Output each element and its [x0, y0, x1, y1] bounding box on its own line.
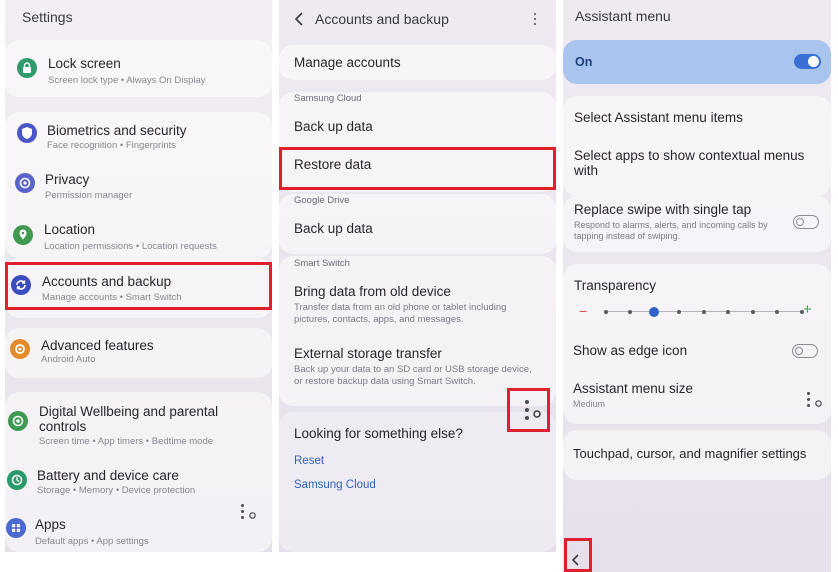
- wellbeing-icon: [8, 411, 28, 431]
- replace-swipe-item[interactable]: Replace swipe with single tap Respond to…: [563, 200, 831, 246]
- toggle-thumb: [808, 56, 819, 67]
- section-header-google-drive: Google Drive: [294, 195, 350, 206]
- samsung-cloud-link[interactable]: Samsung Cloud: [294, 479, 376, 491]
- item-subtitle: Respond to alarms, alerts, and incoming …: [574, 220, 768, 241]
- settings-screen: Settings Lock screen Screen lock type • …: [5, 0, 272, 552]
- settings-item-digital-wellbeing[interactable]: Digital Wellbeing and parental controls …: [5, 400, 272, 452]
- assistant-menu-floating-button[interactable]: [803, 390, 827, 414]
- slider-tick: [628, 309, 632, 314]
- settings-item-title: Digital Wellbeing and parental controls: [39, 404, 219, 434]
- settings-item-title: Location: [44, 222, 96, 237]
- settings-item-battery-and-device-care[interactable]: Battery and device care Storage • Memory…: [5, 464, 272, 504]
- highlight-back-button: [564, 538, 592, 572]
- more-dots-icon: [807, 392, 810, 410]
- settings-item-biometrics[interactable]: Biometrics and security Face recognition…: [5, 117, 272, 159]
- slider-tick: [750, 309, 755, 314]
- slider-tick: [775, 309, 779, 314]
- gear-plus-icon: [10, 339, 30, 359]
- slider-thumb[interactable]: [649, 307, 659, 317]
- settings-item-subtitle: Permission manager: [45, 190, 133, 201]
- slider-tick: [726, 309, 730, 314]
- item-title: External storage transfer: [294, 346, 442, 361]
- page-title: Settings: [22, 9, 73, 25]
- settings-item-apps[interactable]: Apps Default apps • App settings: [5, 512, 272, 552]
- apps-icon: [6, 518, 26, 538]
- page-title: Accounts and backup: [315, 11, 449, 27]
- settings-item-lock-screen[interactable]: Lock screen Screen lock type • Always On…: [5, 48, 272, 90]
- more-dots-icon: [241, 504, 244, 522]
- reset-link[interactable]: Reset: [294, 455, 324, 467]
- transparency-slider[interactable]: − +: [563, 301, 831, 322]
- item-title: Replace swipe with single tap: [574, 202, 752, 217]
- item-subtitle: Transfer data from an old phone or table…: [294, 302, 507, 325]
- edge-icon-toggle[interactable]: [792, 344, 818, 358]
- more-vert-icon: [534, 13, 536, 28]
- settings-item-title: Lock screen: [48, 56, 121, 71]
- highlight-assistant-button: [507, 388, 550, 432]
- settings-item-subtitle: Location permissions • Location requests: [44, 241, 217, 252]
- settings-item-advanced-features[interactable]: Advanced features Android Auto: [5, 332, 272, 372]
- assistant-menu-size-item[interactable]: Assistant menu size Medium: [563, 378, 831, 412]
- gear-icon: [249, 512, 256, 519]
- section-header-samsung-cloud: Samsung Cloud: [294, 93, 362, 104]
- backup-samsung-cloud-item[interactable]: Back up data: [294, 119, 373, 134]
- transparency-label: Transparency: [574, 278, 657, 293]
- settings-item-subtitle: Default apps • App settings: [35, 536, 149, 547]
- settings-item-subtitle: Screen time • App timers • Bedtime mode: [39, 436, 214, 447]
- external-storage-transfer-item[interactable]: External storage transfer Back up your d…: [279, 342, 556, 390]
- shield-icon: [17, 123, 37, 143]
- slider-tick: [701, 309, 706, 314]
- minus-icon: −: [579, 303, 588, 319]
- master-toggle[interactable]: [794, 54, 821, 69]
- highlight-restore-data: [279, 147, 556, 190]
- location-icon: [13, 225, 33, 245]
- more-options-button[interactable]: [529, 11, 543, 29]
- settings-item-subtitle: Android Auto: [41, 354, 96, 365]
- settings-item-title: Apps: [35, 517, 66, 532]
- touchpad-cursor-magnifier-settings[interactable]: Touchpad, cursor, and magnifier settings: [573, 446, 806, 461]
- item-title: Show as edge icon: [573, 343, 688, 358]
- item-title: Bring data from old device: [294, 284, 451, 299]
- settings-item-subtitle: Face recognition • Fingerprints: [47, 140, 176, 151]
- back-button[interactable]: [291, 10, 309, 28]
- highlight-accounts-and-backup: [5, 262, 272, 310]
- privacy-icon: [15, 173, 35, 193]
- settings-item-location[interactable]: Location Location permissions • Location…: [5, 218, 272, 258]
- section-header-smart-switch: Smart Switch: [294, 258, 350, 269]
- page-title: Assistant menu: [575, 8, 671, 24]
- accounts-backup-screen: Accounts and backup Manage accounts Sams…: [279, 0, 556, 552]
- select-assistant-menu-items[interactable]: Select Assistant menu items: [574, 110, 743, 125]
- replace-swipe-toggle[interactable]: [793, 215, 819, 229]
- assistant-menu-screen: Assistant menu On Select Assistant menu …: [563, 0, 831, 572]
- bring-data-item[interactable]: Bring data from old device Transfer data…: [279, 280, 556, 328]
- looking-for-something-else: Looking for something else?: [294, 426, 463, 441]
- item-subtitle: Back up your data to an SD card or USB s…: [294, 364, 532, 387]
- settings-item-title: Battery and device care: [37, 468, 179, 483]
- item-value: Medium: [573, 399, 606, 409]
- on-label: On: [575, 55, 593, 69]
- settings-item-title: Biometrics and security: [47, 123, 187, 138]
- lock-icon: [17, 58, 37, 78]
- assistant-menu-floating-button[interactable]: [237, 502, 263, 524]
- settings-item-subtitle: Storage • Memory • Device protection: [37, 485, 196, 496]
- manage-accounts-item[interactable]: Manage accounts: [294, 55, 401, 70]
- show-as-edge-icon-item[interactable]: Show as edge icon: [563, 338, 831, 364]
- settings-item-subtitle: Screen lock type • Always On Display: [48, 75, 206, 86]
- select-apps-contextual-menus[interactable]: Select apps to show contextual menus wit…: [574, 148, 819, 178]
- device-care-icon: [7, 470, 27, 490]
- slider-tick: [603, 309, 608, 314]
- item-title: Assistant menu size: [573, 381, 694, 396]
- settings-item-privacy[interactable]: Privacy Permission manager: [5, 166, 272, 208]
- slider-tick: [677, 309, 681, 314]
- settings-item-title: Privacy: [45, 172, 90, 187]
- settings-item-title: Advanced features: [41, 338, 154, 353]
- backup-google-drive-item[interactable]: Back up data: [294, 221, 373, 236]
- plus-icon: +: [803, 301, 812, 318]
- master-switch-bar[interactable]: On: [563, 40, 831, 84]
- chevron-left-icon: [294, 12, 303, 26]
- gear-icon: [815, 400, 822, 407]
